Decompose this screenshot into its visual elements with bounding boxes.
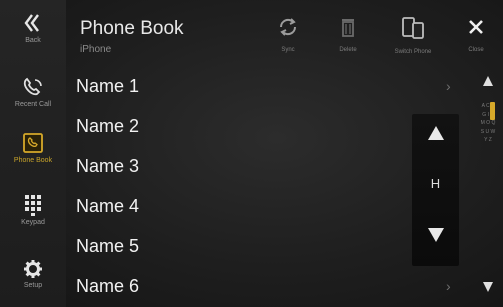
letter-jump-panel: H: [412, 114, 459, 266]
letter-down-button[interactable]: [412, 226, 459, 244]
sidebar-item-setup[interactable]: Setup: [0, 259, 66, 289]
delete-label: Delete: [339, 47, 357, 53]
contact-name: Name 5: [76, 236, 140, 256]
triangle-down-icon: [483, 282, 493, 292]
keypad-icon: [0, 194, 66, 216]
triangle-down-icon: [427, 228, 444, 242]
close-icon: [450, 16, 502, 43]
back-button[interactable]: Back: [0, 12, 66, 44]
trash-icon: [322, 16, 374, 43]
back-icon: [0, 12, 66, 34]
scroll-up-button[interactable]: [482, 74, 494, 92]
scroll-thumb[interactable]: [490, 102, 495, 120]
recent-call-icon: [0, 76, 66, 98]
list-item[interactable]: Name 2: [66, 108, 468, 148]
phone-book-screen: Back Recent Call Phone Book Keypad Setup…: [0, 0, 503, 307]
sidebar-item-keypad[interactable]: Keypad: [0, 194, 66, 226]
contact-name: Name 6: [76, 276, 140, 296]
triangle-up-icon: [483, 76, 493, 86]
sidebar-item-label: Setup: [23, 282, 43, 289]
scroll-down-button[interactable]: [482, 280, 494, 298]
sync-icon: [262, 16, 314, 43]
list-item[interactable]: Name 4: [66, 188, 468, 228]
sidebar-item-label: Recent Call: [14, 101, 52, 108]
current-letter: H: [430, 176, 441, 191]
contact-name: Name 2: [76, 116, 140, 136]
switch-phone-icon: [387, 16, 439, 45]
back-label: Back: [25, 37, 41, 44]
page-title: Phone Book: [80, 18, 184, 39]
sync-button[interactable]: Sync: [262, 16, 314, 53]
sidebar-item-label: Keypad: [21, 219, 45, 226]
switch-phone-button[interactable]: Switch Phone: [387, 16, 439, 55]
contact-name: Name 1: [76, 76, 140, 96]
device-name: iPhone: [80, 44, 112, 55]
contact-name: Name 3: [76, 156, 140, 176]
letter-up-button[interactable]: [412, 124, 459, 142]
sidebar-item-phone-book[interactable]: Phone Book: [0, 132, 66, 164]
phone-book-icon: [0, 132, 66, 154]
gear-icon: [0, 259, 66, 279]
close-label: Close: [468, 47, 484, 53]
chevron-right-icon: ›: [446, 278, 451, 294]
close-button[interactable]: Close: [450, 16, 502, 53]
sync-label: Sync: [281, 47, 295, 53]
chevron-right-icon: ›: [446, 78, 451, 94]
list-item[interactable]: Name 1 ›: [66, 68, 468, 108]
list-item[interactable]: Name 3: [66, 148, 468, 188]
sidebar-item-recent-call[interactable]: Recent Call: [0, 76, 66, 108]
list-item[interactable]: Name 6 ›: [66, 268, 468, 307]
list-item[interactable]: Name 5: [66, 228, 468, 268]
sidebar: Back Recent Call Phone Book Keypad Setup: [0, 0, 66, 307]
scrollbar[interactable]: A C E G I K M O Q S U W Y Z: [476, 74, 500, 296]
switch-phone-label: Switch Phone: [394, 49, 432, 55]
triangle-up-icon: [427, 126, 444, 140]
delete-button[interactable]: Delete: [322, 16, 374, 53]
contact-name: Name 4: [76, 196, 140, 216]
sidebar-item-label: Phone Book: [13, 157, 53, 164]
